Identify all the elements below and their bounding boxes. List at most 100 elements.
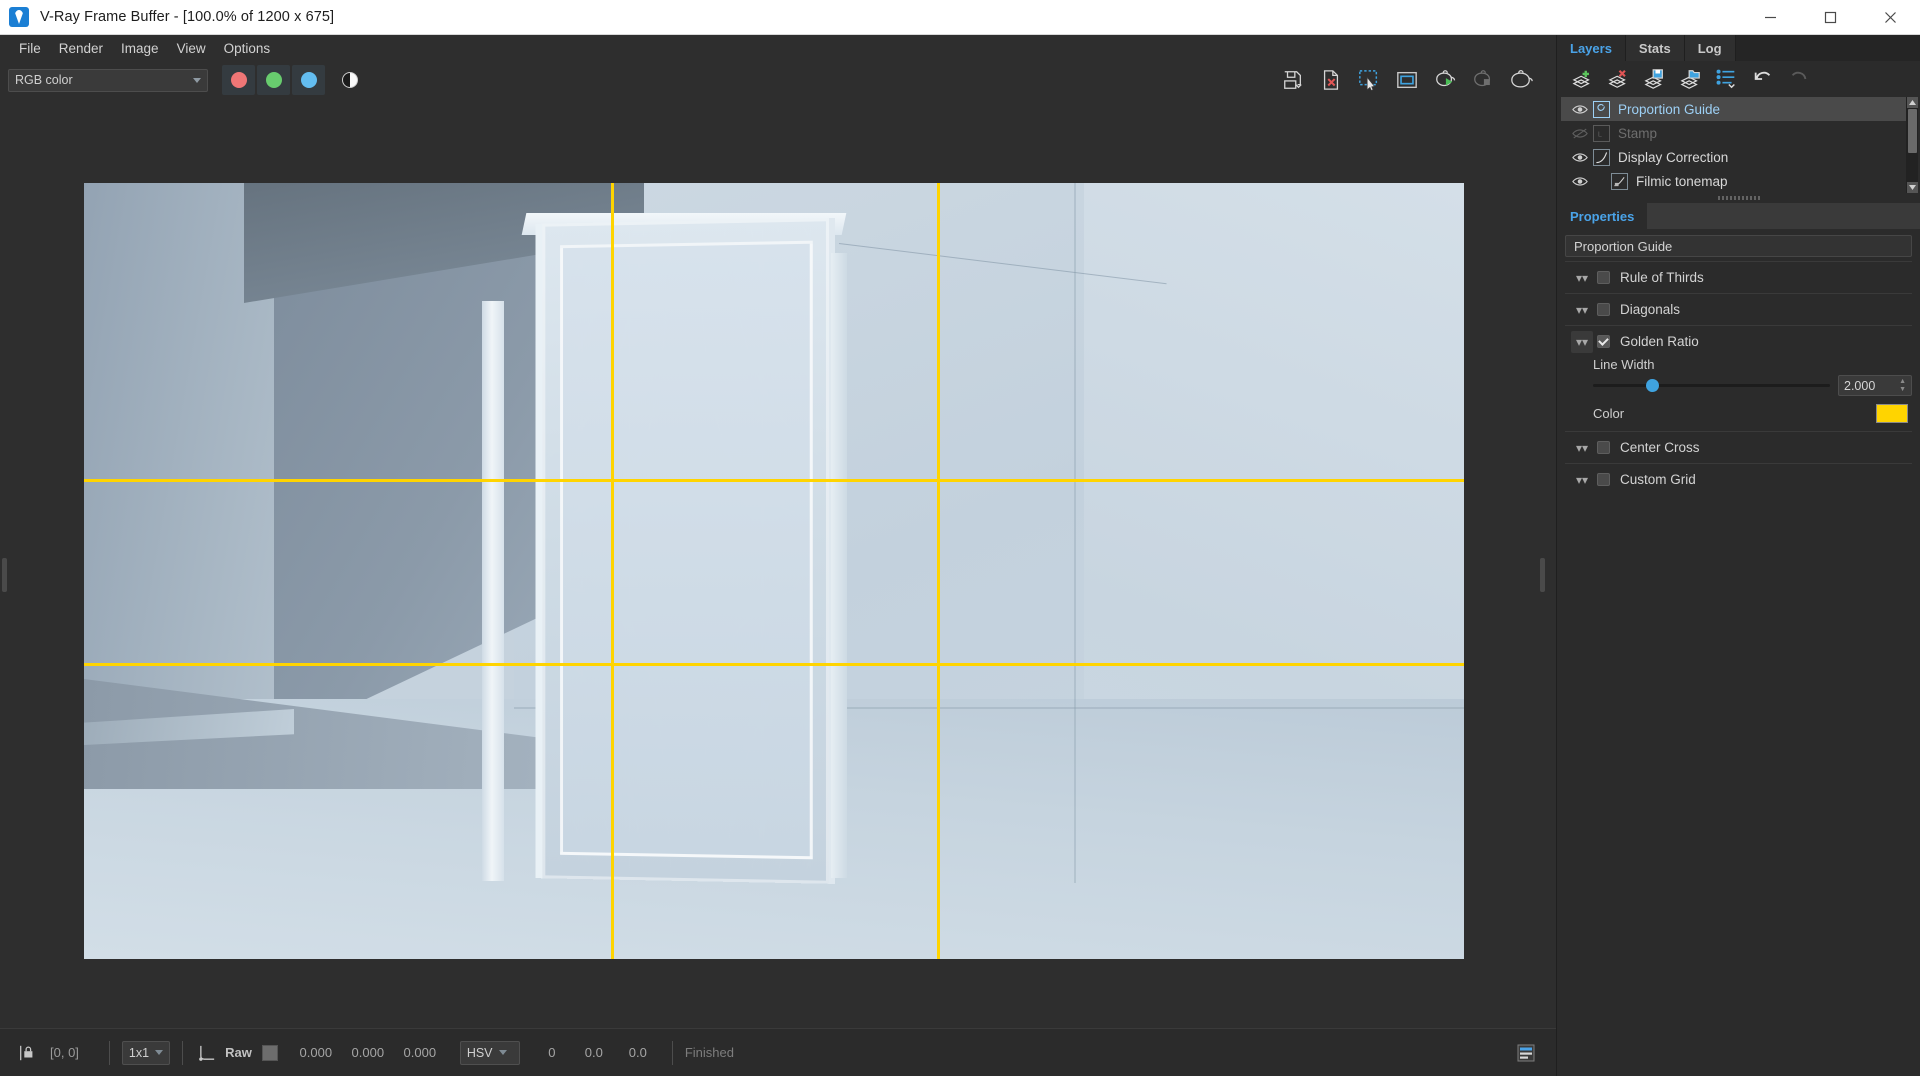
window-controls — [1740, 0, 1920, 35]
save-image-icon[interactable] — [1278, 66, 1308, 94]
line-width-slider-knob[interactable] — [1646, 379, 1660, 392]
layer-row[interactable]: Display Correction — [1561, 145, 1914, 169]
center-cross-checkbox[interactable] — [1597, 441, 1610, 454]
menu-image[interactable]: Image — [112, 38, 168, 59]
menu-render[interactable]: Render — [50, 38, 112, 59]
layer-list[interactable]: Proportion Guide L Stamp Display Correct… — [1557, 97, 1920, 193]
sample-size-dropdown[interactable]: 1x1 — [121, 1040, 171, 1065]
red-dot-icon — [230, 72, 247, 88]
panel-layout-icon[interactable] — [1516, 1043, 1536, 1063]
center-cross-row[interactable]: ▾▾ Center Cross — [1565, 432, 1912, 463]
alpha-split-circle-icon — [341, 72, 358, 88]
properties-title: Properties — [1557, 203, 1648, 229]
guide-vertical-right — [936, 183, 940, 959]
alpha-channel-button[interactable] — [333, 65, 366, 95]
status-divider-2 — [182, 1040, 184, 1065]
right-dock-handle[interactable] — [1540, 558, 1545, 592]
spinner-arrows-icon[interactable]: ▲ ▼ — [1899, 378, 1906, 393]
undo-icon[interactable] — [1751, 67, 1775, 91]
layer-visibility-off-icon[interactable] — [1567, 128, 1593, 139]
pixel-lock-icon[interactable] — [14, 1044, 40, 1062]
raw-label: Raw — [225, 1045, 252, 1060]
redo-icon[interactable] — [1787, 67, 1811, 91]
tab-stats[interactable]: Stats — [1625, 35, 1685, 61]
layer-visibility-icon[interactable] — [1567, 152, 1593, 163]
view-frame-icon[interactable] — [1392, 66, 1422, 94]
line-width-control[interactable]: 2.000 ▲ ▼ — [1565, 375, 1912, 396]
red-channel-button[interactable] — [222, 65, 255, 95]
center-cross-label: Center Cross — [1620, 440, 1700, 455]
layer-presets-icon[interactable] — [1715, 67, 1739, 91]
diagonals-label: Diagonals — [1620, 302, 1681, 317]
layer-visibility-icon[interactable] — [1567, 176, 1593, 187]
layer-label: Proportion Guide — [1618, 101, 1721, 117]
scrollbar-thumb[interactable] — [1907, 109, 1917, 153]
tab-layers[interactable]: Layers — [1557, 35, 1626, 61]
guide-color-swatch[interactable] — [1876, 404, 1908, 423]
blue-channel-button[interactable] — [292, 65, 325, 95]
layer-list-scrollbar[interactable] — [1906, 97, 1918, 193]
window-title: V-Ray Frame Buffer - [100.0% of 1200 x 6… — [40, 9, 335, 25]
section-rule-of-thirds: ▾▾ Rule of Thirds — [1565, 261, 1912, 293]
green-dot-icon — [265, 72, 282, 88]
layer-row[interactable]: Filmic tonemap — [1561, 169, 1914, 193]
color-curve-icon[interactable] — [195, 1043, 219, 1062]
custom-grid-checkbox[interactable] — [1597, 473, 1610, 486]
custom-grid-row[interactable]: ▾▾ Custom Grid — [1565, 464, 1912, 495]
rule-of-thirds-row[interactable]: ▾▾ Rule of Thirds — [1565, 262, 1912, 293]
title-bar: V-Ray Frame Buffer - [100.0% of 1200 x 6… — [0, 0, 1920, 35]
chevron-expand-icon[interactable]: ▾▾ — [1571, 267, 1593, 289]
golden-ratio-row[interactable]: ▾▾ Golden Ratio — [1565, 326, 1912, 357]
diagonals-row[interactable]: ▾▾ Diagonals — [1565, 294, 1912, 325]
load-layers-icon[interactable] — [1679, 67, 1703, 91]
stop-render-icon[interactable] — [1468, 66, 1498, 94]
add-layer-icon[interactable] — [1571, 67, 1595, 91]
chevron-down-icon — [155, 1050, 164, 1055]
line-width-slider[interactable] — [1593, 379, 1830, 392]
channel-select-value: RGB color — [15, 73, 73, 87]
status-divider-3 — [671, 1040, 673, 1065]
render-last-icon[interactable] — [1506, 66, 1536, 94]
channel-select-dropdown[interactable]: RGB color — [8, 68, 208, 92]
diagonals-checkbox[interactable] — [1597, 303, 1610, 316]
layer-toolbar — [1557, 61, 1920, 97]
clear-image-icon[interactable] — [1316, 66, 1346, 94]
close-button[interactable] — [1860, 0, 1920, 35]
start-render-icon[interactable] — [1430, 66, 1460, 94]
status-divider-1 — [108, 1040, 110, 1065]
raw-value-g: 0.000 — [351, 1045, 385, 1060]
image-canvas-area[interactable] — [0, 98, 1556, 1028]
line-width-spinbox[interactable]: 2.000 ▲ ▼ — [1838, 375, 1912, 396]
golden-ratio-checkbox[interactable] — [1597, 335, 1610, 348]
menu-file[interactable]: File — [10, 38, 50, 59]
chevron-collapse-icon[interactable]: ▾▾ — [1571, 330, 1593, 353]
scroll-down-arrow-icon[interactable] — [1906, 182, 1918, 193]
panel-splitter[interactable] — [1557, 193, 1920, 203]
region-render-icon[interactable] — [1354, 66, 1384, 94]
chevron-down-icon — [193, 77, 201, 83]
guide-color-control[interactable]: Color — [1565, 404, 1912, 423]
green-channel-button[interactable] — [257, 65, 290, 95]
chevron-expand-icon[interactable]: ▾▾ — [1571, 299, 1593, 321]
maximize-button[interactable] — [1800, 0, 1860, 35]
chevron-expand-icon[interactable]: ▾▾ — [1571, 469, 1593, 491]
layer-row[interactable]: Proportion Guide — [1561, 97, 1914, 121]
layer-row[interactable]: L Stamp — [1561, 121, 1914, 145]
delete-layer-icon[interactable] — [1607, 67, 1631, 91]
color-label: Color — [1593, 406, 1625, 421]
menu-options[interactable]: Options — [215, 38, 280, 59]
chevron-expand-icon[interactable]: ▾▾ — [1571, 437, 1593, 459]
scroll-up-arrow-icon[interactable] — [1906, 97, 1918, 108]
save-layers-icon[interactable] — [1643, 67, 1667, 91]
tab-log[interactable]: Log — [1684, 35, 1736, 61]
menu-view[interactable]: View — [168, 38, 215, 59]
vray-logo-icon — [9, 7, 29, 27]
minimize-button[interactable] — [1740, 0, 1800, 35]
rule-of-thirds-checkbox[interactable] — [1597, 271, 1610, 284]
layer-name-field[interactable]: Proportion Guide — [1565, 235, 1912, 257]
render-image[interactable] — [84, 183, 1464, 959]
raw-color-swatch[interactable] — [261, 1044, 278, 1061]
layer-visibility-icon[interactable] — [1567, 104, 1593, 115]
color-space-dropdown[interactable]: HSV — [459, 1040, 520, 1065]
left-dock-handle[interactable] — [2, 558, 7, 592]
